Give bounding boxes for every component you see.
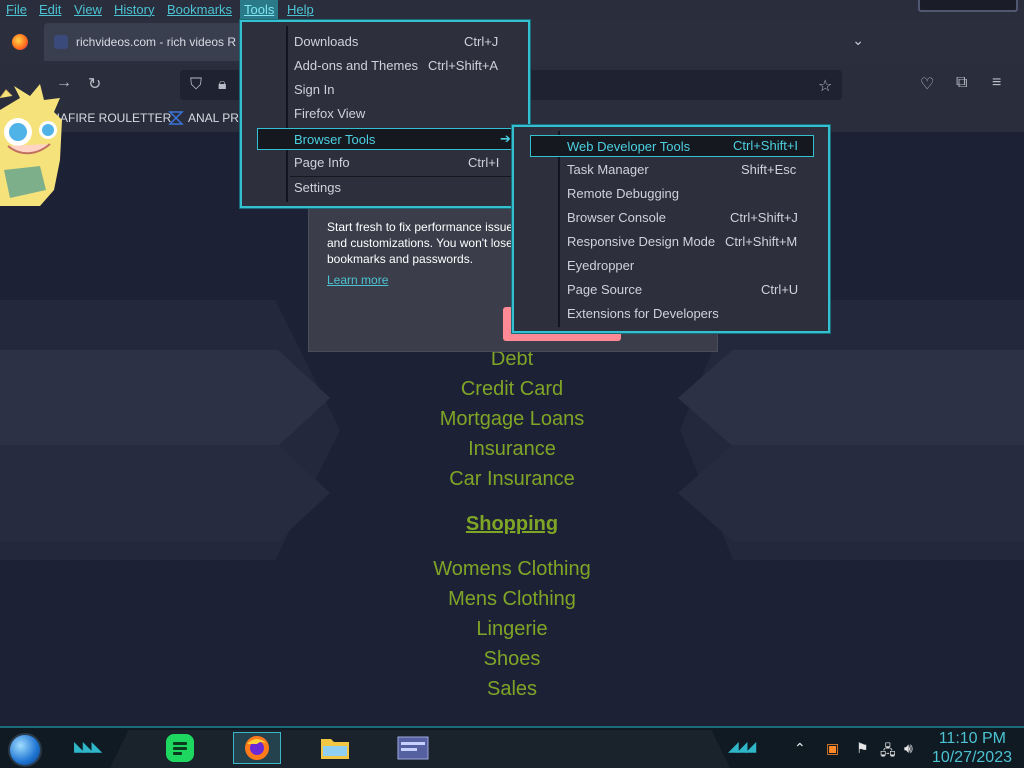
menu-item-responsive-design-mode[interactable]: Responsive Design Mode	[567, 231, 715, 253]
taskbar-file-explorer[interactable]	[311, 732, 359, 764]
shortcut-page-info: Ctrl+I	[468, 155, 500, 170]
shortcut-downloads: Ctrl+J	[464, 34, 499, 49]
menu-help[interactable]: Help	[287, 2, 314, 17]
clock-date[interactable]: 10/27/2023	[932, 749, 1012, 767]
menu-item-task-manager[interactable]: Task Manager	[567, 159, 649, 181]
firefox-view-icon[interactable]	[12, 34, 28, 50]
menu-item-downloads[interactable]: Downloads	[294, 31, 358, 53]
taskbar-control-panel[interactable]	[389, 732, 437, 764]
lock-icon[interactable]: 🔒︎	[218, 76, 227, 94]
volume-icon[interactable]: 🔊︎	[904, 740, 913, 757]
bookmark-diafire-roulette[interactable]: DIAFIRE ROULETTER	[48, 111, 171, 125]
action-center-flag-icon[interactable]: ⚑	[856, 740, 869, 757]
hamburger-menu-icon[interactable]: ≡	[992, 74, 1001, 92]
menu-history[interactable]: History	[114, 2, 154, 17]
menu-edit[interactable]: Edit	[39, 2, 61, 17]
pocket-icon[interactable]: ♡	[920, 74, 934, 94]
popup-text: Start fresh to fix performance issues an…	[327, 220, 520, 266]
window-app-icon	[397, 736, 429, 760]
shortcut-web-developer-tools: Ctrl+Shift+I	[733, 138, 799, 153]
menu-item-eyedropper[interactable]: Eyedropper	[567, 255, 634, 277]
star-bookmark-icon[interactable]: ☆	[818, 76, 832, 96]
menu-item-addons-themes[interactable]: Add-ons and Themes	[294, 55, 418, 77]
link-sales[interactable]: Sales	[0, 674, 1024, 704]
taskbar: ◣◣◣ ◢◢◢ ⌃ ▣ ⚑ 🖧︎ 🔊︎ 11:10 PM 10/27/2023	[0, 726, 1024, 768]
menu-bar: File Edit View History Bookmarks Tools H…	[0, 0, 1024, 20]
reload-icon[interactable]: ↻	[88, 74, 101, 94]
menu-item-browser-tools[interactable]: Browser Tools	[257, 128, 514, 150]
menu-item-browser-console[interactable]: Browser Console	[567, 207, 666, 229]
menu-item-firefox-view[interactable]: Firefox View	[294, 103, 365, 125]
tools-menu: Downloads Ctrl+J Add-ons and Themes Ctrl…	[240, 20, 530, 208]
tab-favicon-icon	[54, 35, 68, 49]
menu-bookmarks[interactable]: Bookmarks	[167, 2, 232, 17]
menu-tools[interactable]: Tools	[240, 0, 279, 20]
menu-item-sign-in[interactable]: Sign In	[294, 79, 334, 101]
taskbar-firefox[interactable]	[233, 732, 281, 764]
section-shopping: Shopping	[0, 509, 1024, 539]
learn-more-link[interactable]: Learn more	[327, 273, 388, 287]
menu-item-extensions-for-developers[interactable]: Extensions for Developers	[567, 303, 719, 325]
menu-gutter	[558, 131, 560, 327]
link-car-insurance[interactable]: Car Insurance	[0, 464, 1024, 494]
shortcut-task-manager: Shift+Esc	[741, 162, 797, 177]
network-icon[interactable]: 🖧︎	[880, 740, 896, 764]
menu-item-settings[interactable]: Settings	[294, 177, 341, 199]
menu-item-page-info[interactable]: Page Info	[294, 152, 350, 174]
browser-tools-submenu: Web Developer Tools Ctrl+Shift+I Task Ma…	[512, 125, 830, 333]
shortcut-browser-console: Ctrl+Shift+J	[730, 210, 798, 225]
links-finance: Debt Credit Card Mortgage Loans Insuranc…	[0, 344, 1024, 494]
link-insurance[interactable]: Insurance	[0, 434, 1024, 464]
link-shoes[interactable]: Shoes	[0, 644, 1024, 674]
menu-file[interactable]: File	[6, 2, 27, 17]
spotify-icon	[166, 734, 194, 762]
menu-gutter	[286, 26, 288, 202]
links-shopping: Womens Clothing Mens Clothing Lingerie S…	[0, 554, 1024, 704]
shortcut-page-source: Ctrl+U	[761, 282, 799, 297]
bookmark-favicon-icon	[168, 111, 184, 125]
link-mortgage-loans[interactable]: Mortgage Loans	[0, 404, 1024, 434]
firefox-icon	[245, 736, 269, 760]
window-controls[interactable]	[918, 0, 1018, 12]
chevron-decor-icon: ◣◣◣	[74, 738, 102, 754]
menu-item-page-source[interactable]: Page Source	[567, 279, 642, 301]
list-all-tabs-icon[interactable]: ⌄	[852, 32, 864, 49]
extensions-icon[interactable]: ⧉	[956, 74, 967, 92]
link-mens-clothing[interactable]: Mens Clothing	[0, 584, 1024, 614]
link-womens-clothing[interactable]: Womens Clothing	[0, 554, 1024, 584]
tab-title: richvideos.com - rich videos R	[76, 35, 237, 49]
taskbar-spotify[interactable]	[156, 732, 204, 764]
start-orb-icon[interactable]	[8, 733, 42, 767]
notification-app-icon[interactable]: ▣	[826, 740, 839, 757]
show-hidden-icons[interactable]: ⌃	[794, 740, 806, 757]
folder-icon	[321, 739, 349, 759]
shortcut-addons: Ctrl+Shift+A	[428, 58, 499, 73]
clock-time[interactable]: 11:10 PM	[939, 730, 1006, 748]
link-lingerie[interactable]: Lingerie	[0, 614, 1024, 644]
link-credit-card[interactable]: Credit Card	[0, 374, 1024, 404]
shortcut-responsive-design: Ctrl+Shift+M	[725, 234, 798, 249]
shield-icon[interactable]: ⛉	[190, 76, 202, 94]
menu-item-remote-debugging[interactable]: Remote Debugging	[567, 183, 679, 205]
tab-active[interactable]: richvideos.com - rich videos R	[44, 23, 264, 61]
submenu-arrow-icon: ➔	[500, 131, 511, 146]
menu-view[interactable]: View	[74, 2, 102, 17]
heading-shopping[interactable]: Shopping	[0, 509, 1024, 539]
cartoon-character-avatar	[0, 84, 62, 206]
chevron-decor-right-icon: ◢◢◢	[728, 738, 756, 754]
